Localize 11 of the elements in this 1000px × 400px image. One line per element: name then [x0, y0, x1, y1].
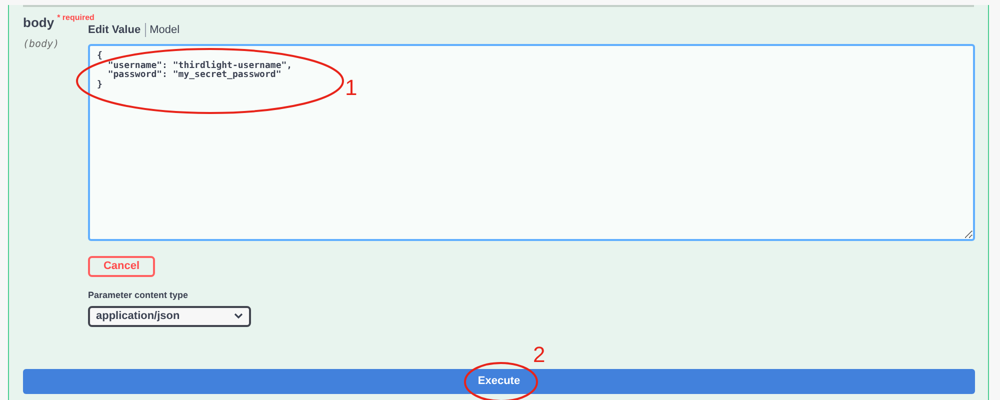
execute-button[interactable]: Execute: [23, 369, 975, 394]
chevron-down-icon: [234, 313, 243, 320]
parameter-name: body: [23, 14, 54, 32]
required-label: * required: [57, 12, 94, 24]
editor-tab[interactable]: Model: [144, 23, 184, 37]
annotation-number: 2: [533, 341, 546, 369]
annotation-number: 1: [345, 74, 358, 102]
content-type-label: Parameter content type: [88, 289, 190, 302]
editor-tab[interactable]: Edit Value: [84, 23, 145, 37]
content-type-select[interactable]: application/json: [88, 306, 251, 327]
parameter-location: (body): [23, 38, 60, 52]
